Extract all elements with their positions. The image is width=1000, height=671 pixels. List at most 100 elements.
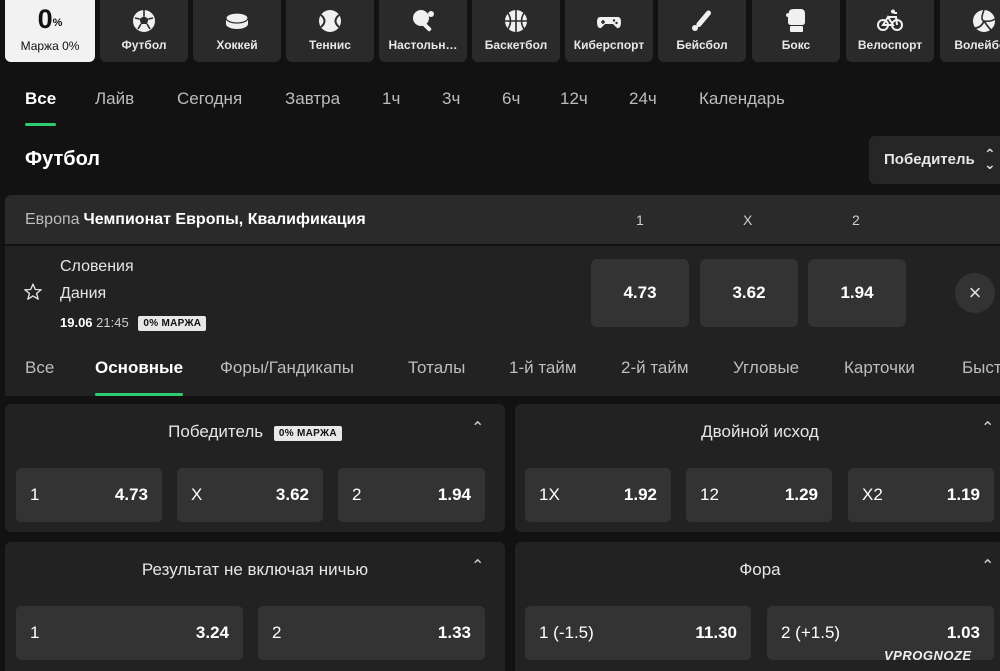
time-filter-calendar[interactable]: Календарь (699, 82, 785, 126)
soccer-ball-icon (133, 10, 155, 32)
panel-title: Победитель (168, 422, 264, 441)
outcome-odd: 4.73 (114, 485, 148, 504)
odd-button[interactable]: 1 (-1.5) 11.30 (525, 606, 751, 660)
panel-title: Фора (739, 560, 781, 579)
sport-tab-esports[interactable]: Киберспорт (565, 0, 653, 62)
sports-bar: 0% Маржа 0% Футбол Хоккей Теннис Настоль… (0, 0, 1000, 62)
away-team[interactable]: Дания (60, 285, 106, 303)
market-tab-corners[interactable]: Угловые (733, 358, 799, 396)
league-region: Европа (25, 211, 80, 228)
league-name: Чемпионат Европы, Квалификация (83, 211, 366, 228)
market-panel-winner: Победитель 0% МАРЖА ⌃ 1 4.73 X 3.62 2 1.… (5, 404, 505, 532)
time-filter-live[interactable]: Лайв (95, 82, 134, 126)
market-tab-first-half[interactable]: 1-й тайм (509, 358, 577, 396)
sport-label: Киберспорт (573, 38, 645, 52)
home-team[interactable]: Словения (60, 258, 134, 276)
outcome-odd: 1.19 (946, 485, 980, 504)
sort-label: Победитель (884, 151, 975, 168)
market-panel-draw-no-bet: Результат не включая ничью ⌃ 1 3.24 2 1.… (5, 542, 505, 671)
outcome-label: 1X (539, 485, 560, 504)
favorite-star-icon[interactable] (23, 282, 43, 302)
basketball-icon (505, 10, 527, 32)
outcome-odd: 3.62 (275, 485, 309, 504)
odd-button[interactable]: 1X 1.92 (525, 468, 671, 522)
market-tab-all[interactable]: Все (25, 358, 54, 396)
time-filter-all[interactable]: Все (25, 82, 57, 126)
sport-tab-hockey[interactable]: Хоккей (193, 0, 281, 62)
market-tabs: Все Основные Форы/Гандикапы Тоталы 1-й т… (5, 348, 1000, 396)
odd-button[interactable]: 2 1.94 (338, 468, 485, 522)
sport-label: Хоккей (216, 38, 258, 52)
sport-label: Теннис (309, 38, 351, 52)
outcome-label: 1 (-1.5) (539, 623, 594, 642)
section-title: Футбол (25, 148, 101, 170)
sport-tab-cycling[interactable]: Велоспорт (846, 0, 934, 62)
time-filter-3h[interactable]: 3ч (442, 82, 460, 126)
outcome-label: 2 (272, 623, 282, 642)
column-header-draw: X (743, 212, 753, 228)
sport-label: Бокс (781, 38, 811, 52)
market-tab-cards[interactable]: Карточки (844, 358, 915, 396)
collapse-chevron-icon[interactable]: ⌃ (981, 418, 994, 438)
odd-button[interactable]: X 3.62 (177, 468, 323, 522)
outcome-odd: 11.30 (695, 623, 737, 642)
sport-tab-football[interactable]: Футбол (100, 0, 188, 62)
panel-title: Двойной исход (701, 422, 819, 441)
sport-label: Бейсбол (676, 38, 728, 52)
odd-button[interactable]: 1 4.73 (16, 468, 162, 522)
sport-label: Велоспорт (857, 38, 923, 52)
time-filter-6h[interactable]: 6ч (502, 82, 520, 126)
outcome-odd: 1.33 (437, 623, 471, 642)
sport-tab-volleyball[interactable]: Волейбол (940, 0, 1000, 62)
time-filter-24h[interactable]: 24ч (629, 82, 657, 126)
sport-label: Волейбол (954, 38, 1000, 52)
outcome-odd: 1.29 (784, 485, 818, 504)
sport-label: Настольн… (388, 38, 458, 52)
collapse-chevron-icon[interactable]: ⌃ (471, 556, 484, 576)
market-tab-totals[interactable]: Тоталы (408, 358, 465, 396)
odd-button-away[interactable]: 1.94 (808, 259, 906, 327)
sort-chevrons-icon: ⌃ ⌄ (984, 146, 996, 172)
collapse-chevron-icon[interactable]: ⌃ (981, 556, 994, 576)
odd-button[interactable]: 12 1.29 (686, 468, 832, 522)
margin-value: 0 (37, 4, 53, 34)
outcome-odd: 1.03 (946, 623, 980, 642)
time-filter-tomorrow[interactable]: Завтра (285, 82, 340, 126)
match-time: 21:45 (96, 315, 129, 330)
odd-button-draw[interactable]: 3.62 (700, 259, 798, 327)
sport-tab-basketball[interactable]: Баскетбол (472, 0, 560, 62)
market-sort-dropdown[interactable]: Победитель ⌃ ⌄ (869, 136, 1000, 184)
sport-tab-boxing[interactable]: Бокс (752, 0, 840, 62)
odd-button[interactable]: X2 1.19 (848, 468, 994, 522)
market-tab-fast[interactable]: Быстрые (962, 358, 1000, 396)
match-date: 19.06 (60, 315, 93, 330)
league-header[interactable]: Европа Чемпионат Европы, Квалификация 1 X… (5, 195, 1000, 244)
time-filter-12h[interactable]: 12ч (560, 82, 588, 126)
zero-margin-badge: 0% МАРЖА (273, 426, 342, 441)
margin-filter-tile[interactable]: 0% Маржа 0% (5, 0, 95, 62)
sport-tab-table-tennis[interactable]: Настольн… (379, 0, 467, 62)
sport-label: Футбол (121, 38, 167, 52)
margin-unit: % (52, 17, 63, 29)
odd-button[interactable]: 2 1.33 (258, 606, 485, 660)
tennis-ball-icon (319, 10, 341, 32)
column-header-away: 2 (852, 212, 860, 228)
time-filter-1h[interactable]: 1ч (382, 82, 400, 126)
boxing-glove-icon (786, 9, 805, 32)
market-panel-double-chance: Двойной исход ⌃ 1X 1.92 12 1.29 X2 1.19 (515, 404, 1000, 532)
margin-caption: Маржа 0% (20, 39, 80, 53)
collapse-chevron-icon[interactable]: ⌃ (471, 418, 484, 438)
odd-button[interactable]: 1 3.24 (16, 606, 243, 660)
odd-button-home[interactable]: 4.73 (591, 259, 689, 327)
sport-tab-baseball[interactable]: Бейсбол (658, 0, 746, 62)
market-tab-main[interactable]: Основные (95, 358, 184, 396)
market-tab-handicaps[interactable]: Форы/Гандикапы (220, 358, 354, 396)
time-filter-today[interactable]: Сегодня (177, 82, 242, 126)
close-match-button[interactable]: × (955, 273, 995, 313)
panel-title: Результат не включая ничью (141, 560, 369, 579)
outcome-odd: 1.94 (437, 485, 471, 504)
market-tab-second-half[interactable]: 2-й тайм (621, 358, 689, 396)
sport-tab-tennis[interactable]: Теннис (286, 0, 374, 62)
outcome-odd: 3.24 (195, 623, 229, 642)
outcome-odd: 1.92 (623, 485, 657, 504)
